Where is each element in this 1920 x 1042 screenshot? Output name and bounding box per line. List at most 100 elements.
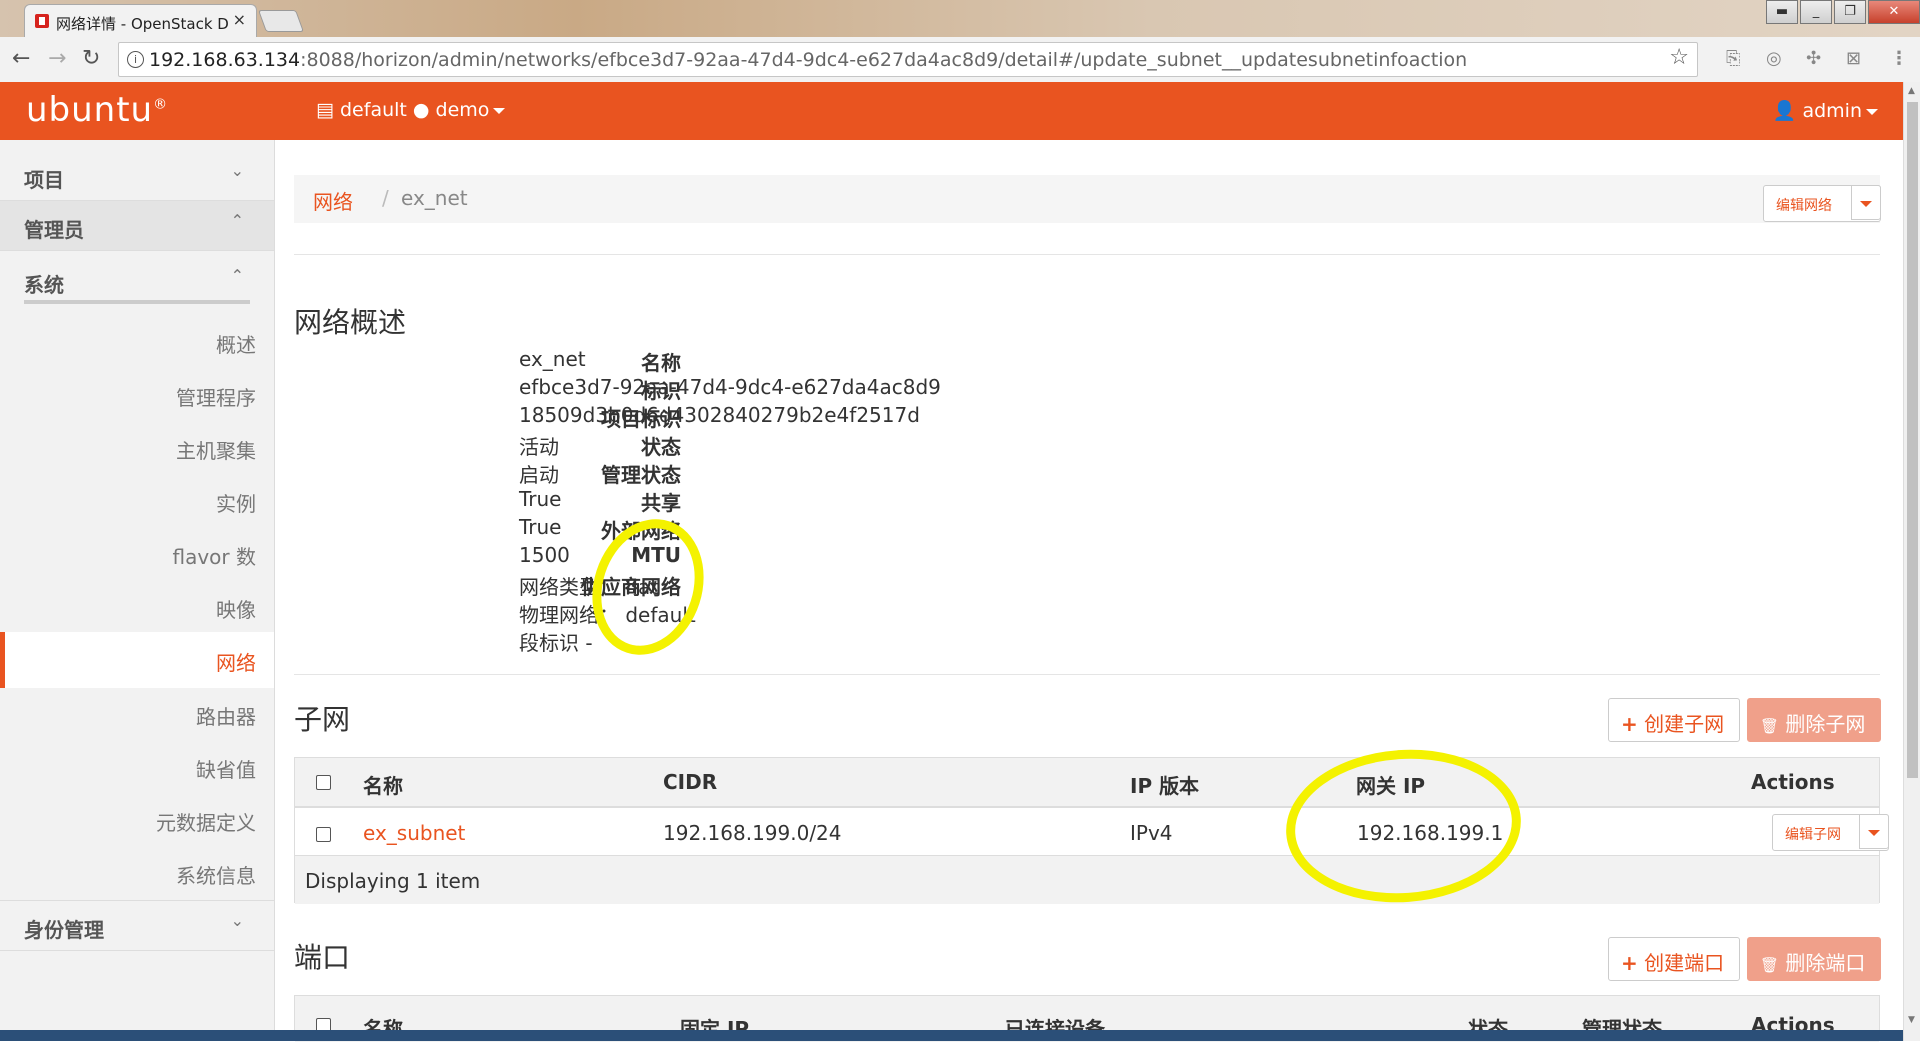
sidebar-group-label: 管理员 bbox=[24, 218, 84, 242]
forward-icon[interactable]: → bbox=[48, 46, 66, 71]
scroll-up-icon[interactable]: ▲ bbox=[1908, 86, 1915, 96]
extension-puzzle-icon[interactable]: ✣ bbox=[1806, 48, 1821, 69]
overview-title: 网络概述 bbox=[294, 306, 407, 339]
maximize-button[interactable]: ❐ bbox=[1834, 0, 1866, 24]
edit-subnet-dropdown[interactable] bbox=[1859, 814, 1889, 849]
scrollbar-thumb[interactable] bbox=[1907, 102, 1918, 778]
overview-key: 共享 bbox=[641, 491, 681, 515]
ubuntu-logo[interactable]: ubuntu® bbox=[26, 90, 168, 130]
extension-box-icon[interactable]: ⊠ bbox=[1846, 48, 1861, 69]
edit-subnet-label: 编辑子网 bbox=[1785, 827, 1841, 843]
trash-icon: 🗑 bbox=[1760, 717, 1780, 735]
edit-subnet-button[interactable]: 编辑子网 bbox=[1772, 814, 1889, 851]
sidebar-item-label: 映像 bbox=[216, 598, 256, 622]
brand-text: ubuntu bbox=[26, 90, 154, 130]
user-icon: 👤 bbox=[1772, 100, 1797, 122]
sidebar-item-hypervisors[interactable]: 管理程序 bbox=[0, 369, 274, 421]
breadcrumb-current: ex_net bbox=[401, 186, 468, 210]
sidebar-item-images[interactable]: 映像 bbox=[0, 581, 274, 633]
url-path: :8088/horizon/admin/networks/efbce3d7-92… bbox=[300, 49, 1468, 71]
main-content: 网络 / ex_net 编辑网络 网络概述 名称 ex_net 标识 efbce… bbox=[274, 140, 1903, 1042]
sidebar-item-defaults[interactable]: 缺省值 bbox=[0, 741, 274, 793]
browser-toolbar: ← → ↻ i 192.168.63.134:8088/horizon/admi… bbox=[0, 37, 1920, 83]
scroll-down-icon[interactable]: ▼ bbox=[1908, 1015, 1915, 1025]
breadcrumb-networks-link[interactable]: 网络 bbox=[313, 186, 353, 215]
overview-value: efbce3d7-92aa-47d4-9dc4-e627da4ac8d9 bbox=[519, 375, 941, 399]
column-header[interactable]: CIDR bbox=[663, 770, 717, 794]
sidebar-item-metadata[interactable]: 元数据定义 bbox=[0, 794, 274, 846]
subnet-name-link[interactable]: ex_subnet bbox=[363, 821, 465, 845]
column-header[interactable]: 名称 bbox=[363, 770, 403, 799]
sidebar-group-system[interactable]: 系统 ⌃ bbox=[0, 256, 274, 305]
divider bbox=[294, 674, 1880, 675]
row-checkbox[interactable] bbox=[316, 827, 331, 842]
sidebar-group-identity[interactable]: 身份管理 ⌄ bbox=[0, 900, 274, 951]
sidebar-item-networks[interactable]: 网络 bbox=[0, 632, 274, 688]
browser-title-bar: 网络详情 - OpenStack D × ▬ _ ❐ ✕ bbox=[0, 0, 1920, 38]
os-taskbar bbox=[0, 1030, 1903, 1041]
sidebar-item-flavors[interactable]: flavor 数 bbox=[0, 528, 274, 580]
user-menu[interactable]: 👤 admin bbox=[1773, 99, 1878, 122]
overview-value: True bbox=[519, 487, 562, 511]
new-tab-button[interactable] bbox=[257, 10, 305, 32]
breadcrumb: 网络 / ex_net 编辑网络 bbox=[294, 175, 1881, 223]
sidebar-item-label: 管理程序 bbox=[176, 386, 256, 410]
project-selector[interactable]: ▤ default ● demo bbox=[316, 99, 506, 121]
bookmark-star-icon[interactable]: ☆ bbox=[1669, 45, 1689, 70]
info-icon[interactable]: i bbox=[127, 51, 144, 68]
sidebar-group-admin[interactable]: 管理员 ⌃ bbox=[0, 201, 274, 251]
column-header[interactable]: IP 版本 bbox=[1130, 770, 1199, 799]
extension-headset-icon[interactable]: ◎ bbox=[1766, 48, 1782, 69]
sidebar-item-label: 实例 bbox=[216, 492, 256, 516]
reload-icon[interactable]: ↻ bbox=[82, 46, 100, 71]
user-icon[interactable]: ▬ bbox=[1766, 0, 1798, 24]
overview-value: ex_net bbox=[519, 347, 586, 371]
address-bar[interactable]: i 192.168.63.134:8088/horizon/admin/netw… bbox=[118, 42, 1698, 77]
create-port-button[interactable]: + 创建端口 bbox=[1608, 937, 1740, 981]
delete-subnet-button[interactable]: 🗑 删除子网 bbox=[1747, 698, 1881, 742]
create-port-label: 创建端口 bbox=[1644, 951, 1725, 975]
url-host: 192.168.63.134 bbox=[149, 49, 301, 71]
subnet-cidr: 192.168.199.0/24 bbox=[663, 821, 842, 845]
chevron-down-icon: ⌄ bbox=[230, 161, 244, 180]
browser-tab[interactable]: 网络详情 - OpenStack D × bbox=[24, 4, 257, 38]
delete-port-button[interactable]: 🗑 删除端口 bbox=[1747, 937, 1881, 981]
sidebar-item-routers[interactable]: 路由器 bbox=[0, 688, 274, 740]
chevron-up-icon: ⌃ bbox=[230, 266, 244, 285]
tab-close-icon[interactable]: × bbox=[233, 10, 246, 29]
menu-icon[interactable]: ⋮ bbox=[1890, 48, 1908, 69]
tab-title: 网络详情 - OpenStack D bbox=[56, 15, 229, 33]
select-all-checkbox[interactable] bbox=[316, 775, 331, 790]
overview-value: 1500 bbox=[519, 543, 570, 567]
minimize-button[interactable]: _ bbox=[1800, 0, 1832, 24]
delete-subnet-label: 删除子网 bbox=[1785, 712, 1866, 736]
subnet-ip-version: IPv4 bbox=[1130, 821, 1173, 845]
overview-key: 管理状态 bbox=[601, 463, 681, 487]
overview-value: 活动 bbox=[519, 435, 559, 459]
sidebar: 项目 ⌄ 管理员 ⌃ 系统 ⌃ 概述 管理程序 主机聚集 实例 flavor 数… bbox=[0, 140, 275, 1041]
sidebar-item-label: 缺省值 bbox=[196, 758, 256, 782]
url-text[interactable]: 192.168.63.134:8088/horizon/admin/networ… bbox=[149, 49, 1467, 71]
sidebar-item-overview[interactable]: 概述 bbox=[0, 316, 274, 368]
ports-title: 端口 bbox=[294, 941, 351, 974]
back-icon[interactable]: ← bbox=[12, 46, 30, 71]
extension-pdf-icon[interactable]: ⎘ bbox=[1726, 48, 1740, 69]
edit-network-button[interactable]: 编辑网络 bbox=[1763, 185, 1881, 222]
yellow-highlight-circle bbox=[575, 504, 721, 670]
create-subnet-button[interactable]: + 创建子网 bbox=[1608, 698, 1740, 742]
sidebar-group-project[interactable]: 项目 ⌄ bbox=[0, 151, 274, 201]
caret-down-icon bbox=[1866, 108, 1878, 115]
edit-network-dropdown[interactable] bbox=[1851, 185, 1881, 220]
sidebar-item-label: flavor 数 bbox=[172, 545, 256, 569]
close-window-button[interactable]: ✕ bbox=[1868, 0, 1920, 24]
brand-mark: ® bbox=[153, 96, 169, 113]
breadcrumb-separator: / bbox=[382, 186, 389, 210]
page-scrollbar[interactable]: ▲ ▼ bbox=[1903, 82, 1920, 1041]
caret-down-icon bbox=[1868, 830, 1880, 836]
site-header: ubuntu® ▤ default ● demo 👤 admin bbox=[0, 82, 1903, 140]
sidebar-item-instances[interactable]: 实例 bbox=[0, 475, 274, 527]
table-count: Displaying 1 item bbox=[305, 869, 481, 893]
sidebar-item-system-info[interactable]: 系统信息 bbox=[0, 847, 274, 899]
sidebar-item-host-aggregates[interactable]: 主机聚集 bbox=[0, 422, 274, 474]
edit-network-label: 编辑网络 bbox=[1776, 198, 1832, 214]
